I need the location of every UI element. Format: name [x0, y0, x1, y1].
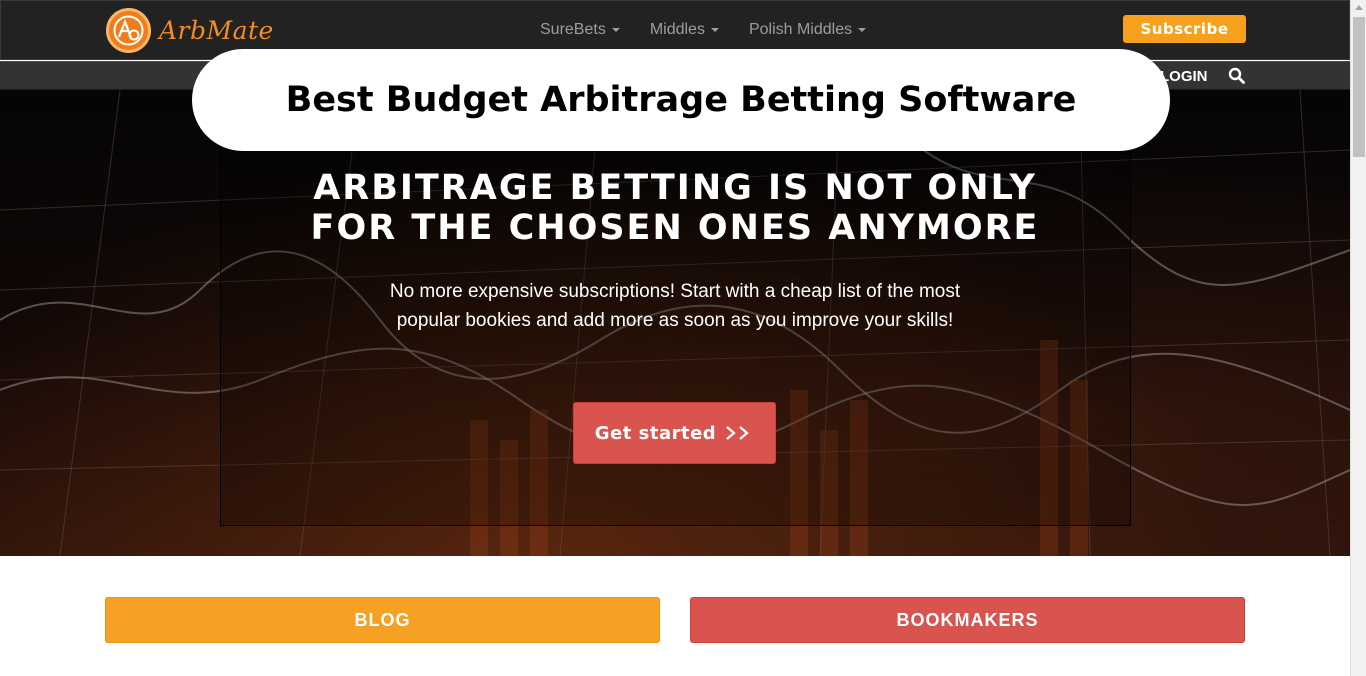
- brand-name: ArbMate: [159, 16, 274, 45]
- bookmakers-button[interactable]: BOOKMAKERS: [690, 597, 1245, 643]
- scroll-up-icon[interactable]: [1355, 5, 1363, 10]
- nav-item-label: Polish Middles: [748, 21, 853, 38]
- hero-title-line: ARBITRAGE BETTING IS NOT ONLY: [313, 168, 1037, 208]
- blog-button[interactable]: BLOG: [105, 597, 660, 643]
- banner-title: Best Budget Arbitrage Betting Software: [285, 80, 1077, 120]
- get-started-label: Get started: [594, 422, 717, 444]
- nav-item-label: SureBets: [540, 21, 606, 38]
- hero-title: ARBITRAGE BETTING IS NOT ONLY FOR THE CH…: [0, 168, 1350, 248]
- get-started-button[interactable]: Get started: [573, 402, 776, 464]
- main-nav: SureBets Middles Polish Middles: [540, 21, 867, 39]
- nav-item-middles[interactable]: Middles: [650, 21, 719, 39]
- nav-item-surebets[interactable]: SureBets: [540, 21, 620, 39]
- chevron-down-icon: [710, 28, 719, 32]
- title-banner: Best Budget Arbitrage Betting Software: [192, 49, 1170, 151]
- subscribe-button[interactable]: Subscribe: [1123, 15, 1246, 43]
- nav-item-polish-middles[interactable]: Polish Middles: [748, 21, 867, 39]
- logo-icon: [106, 8, 151, 53]
- nav-item-label: Middles: [649, 21, 705, 38]
- hero-description: No more expensive subscriptions! Start w…: [389, 281, 961, 331]
- hero-section: ARBITRAGE BETTING IS NOT ONLY FOR THE CH…: [0, 90, 1350, 556]
- page-scrollbar[interactable]: [1350, 0, 1366, 676]
- double-chevron-right-icon: [726, 426, 749, 440]
- chevron-down-icon: [858, 28, 867, 32]
- chevron-down-icon: [611, 28, 620, 32]
- hero-title-line: FOR THE CHOSEN ONES ANYMORE: [310, 208, 1040, 248]
- brand-logo[interactable]: ArbMate: [106, 8, 274, 53]
- scrollbar-thumb[interactable]: [1353, 17, 1365, 157]
- search-icon[interactable]: [1228, 67, 1246, 85]
